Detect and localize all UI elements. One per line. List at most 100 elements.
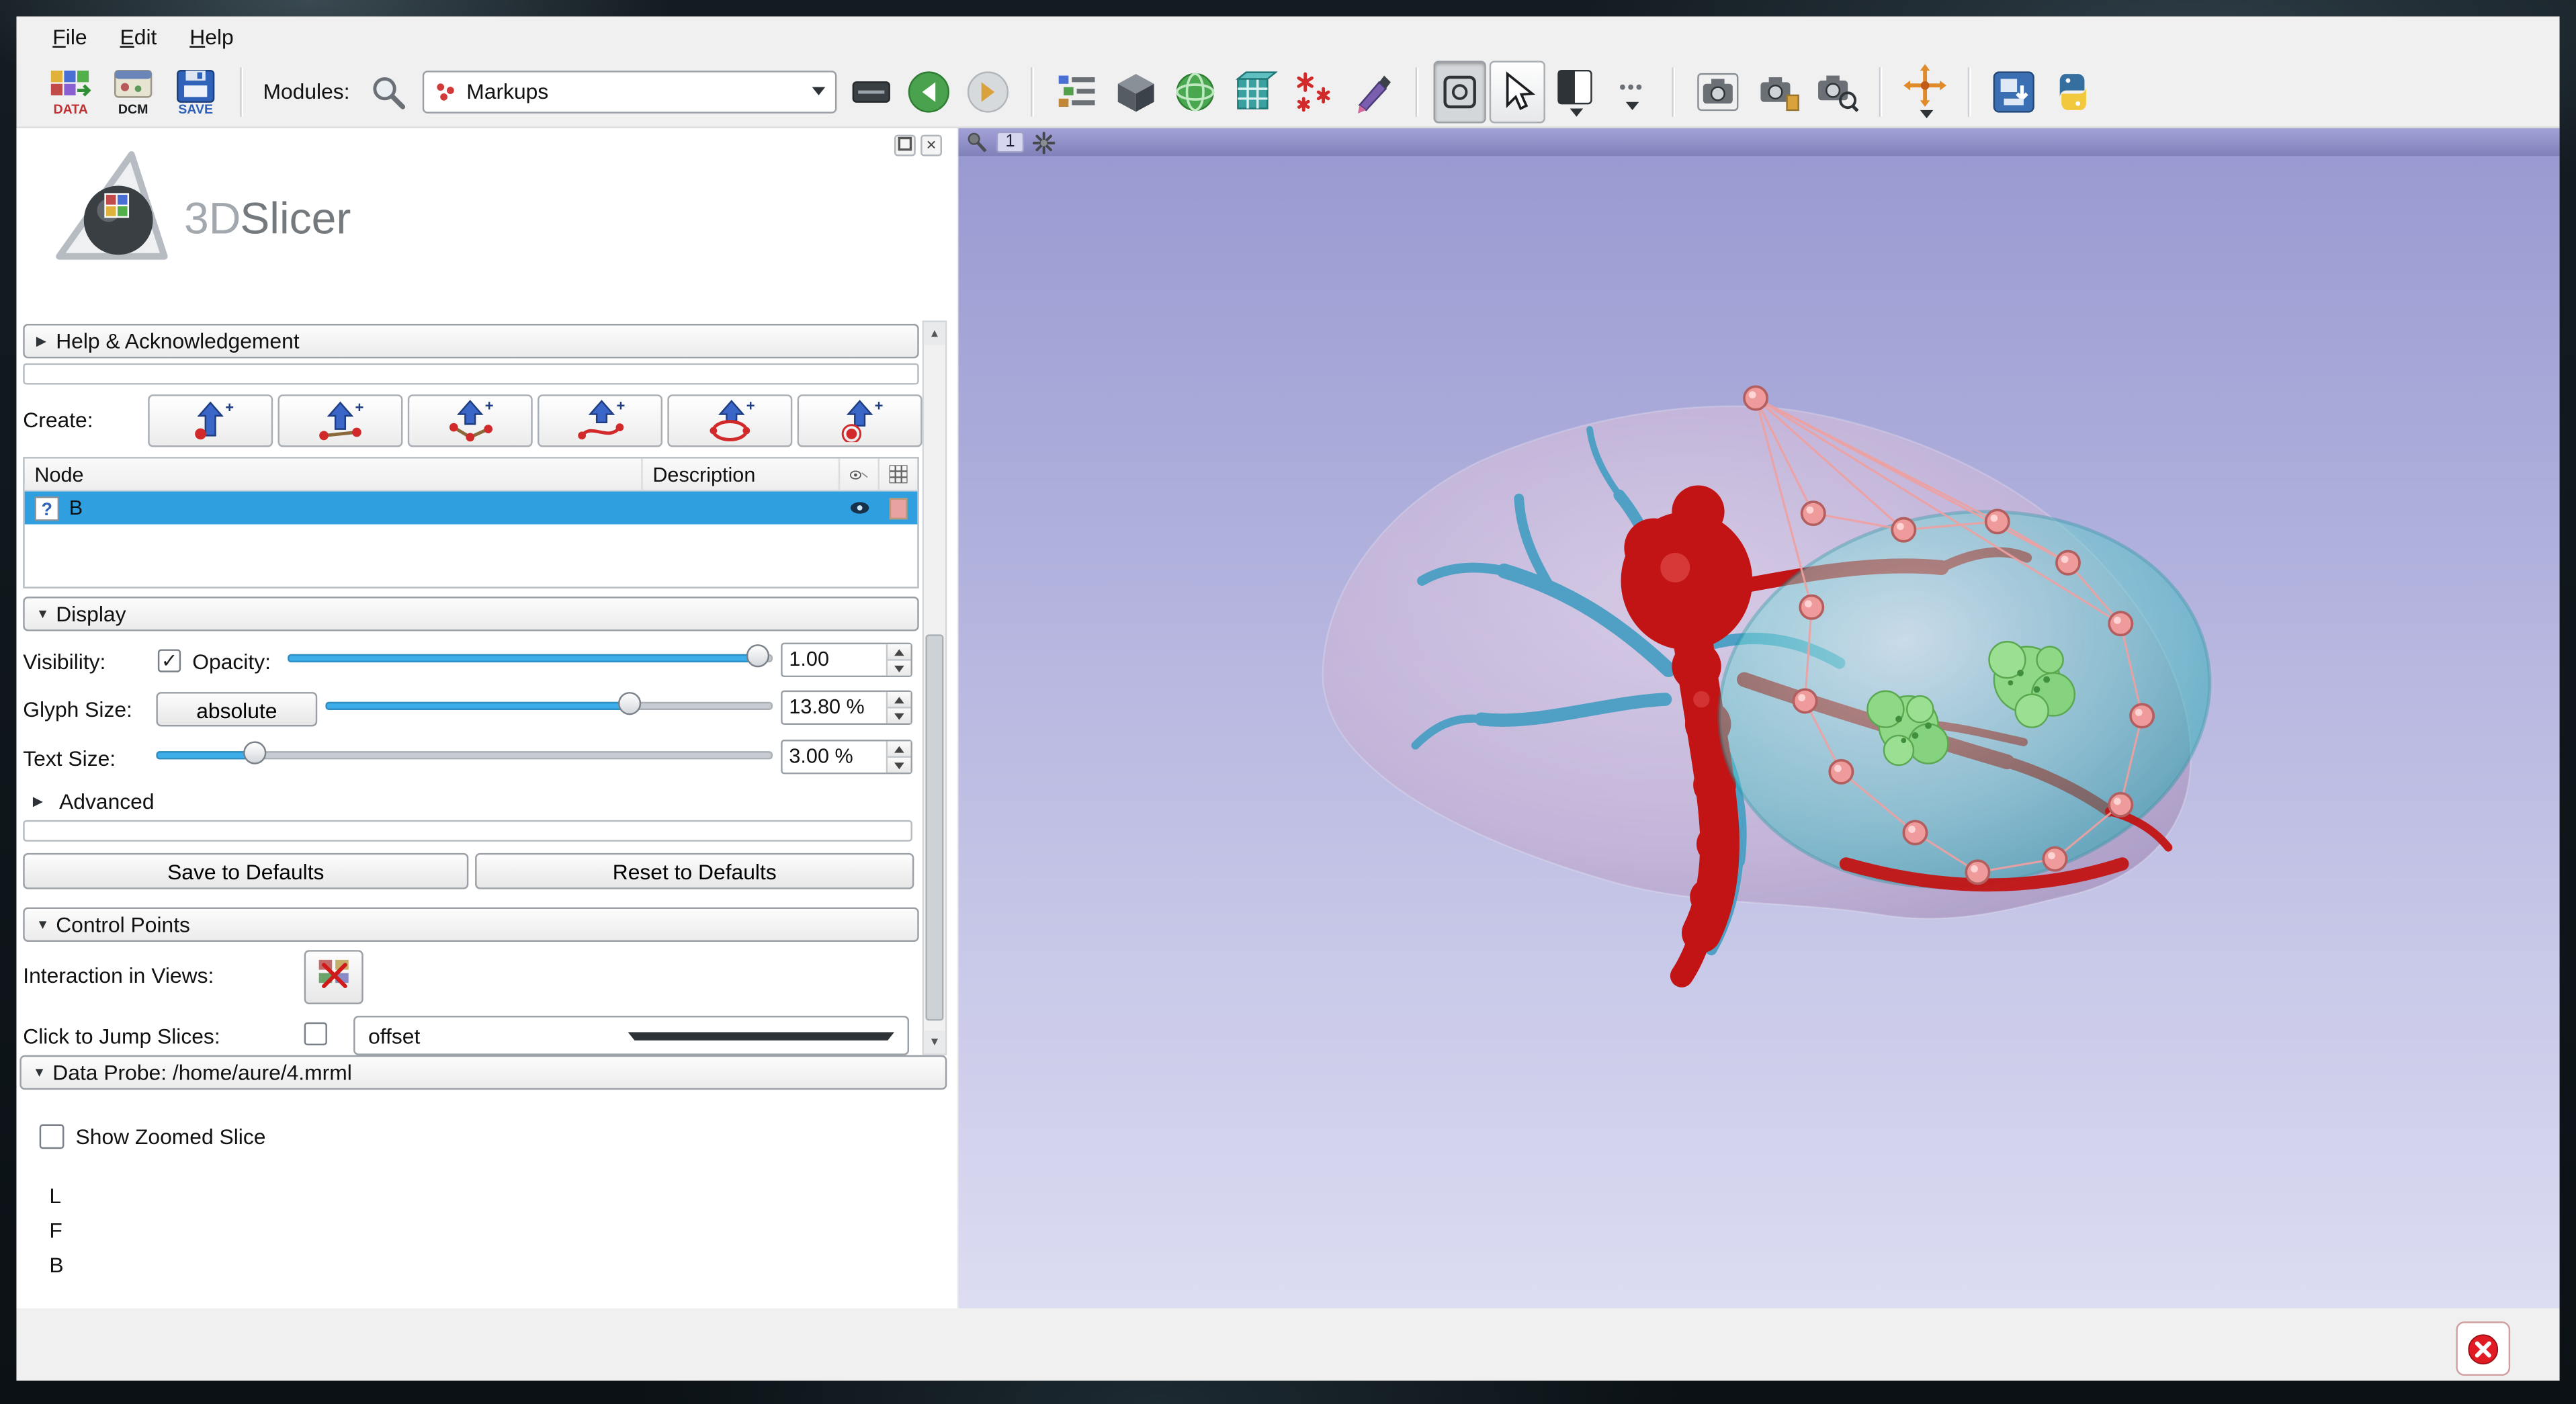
glyph-size-value: 13.80 % (783, 692, 886, 723)
module-list-button[interactable] (1048, 60, 1104, 122)
glyph-size-spinbox[interactable]: 13.80 % (781, 691, 912, 725)
history-back-button[interactable] (900, 60, 956, 122)
spin-down-button[interactable] (888, 707, 910, 723)
dcm-button[interactable]: DCM (103, 60, 163, 122)
module-selector-value: Markups (466, 79, 806, 103)
advanced-section-header[interactable]: Advanced (59, 789, 154, 814)
glyph-size-label: Glyph Size: (23, 697, 132, 721)
svg-text:3D: 3D (184, 193, 241, 243)
window-level-button[interactable] (1548, 60, 1600, 122)
column-description[interactable]: Description (643, 459, 841, 490)
data-probe-header[interactable]: ▼ Data Probe: /home/aure/4.mrml (19, 1055, 947, 1090)
spin-up-button[interactable] (888, 741, 910, 756)
load-data-button[interactable]: DATA (41, 60, 100, 122)
help-acknowledgement-header[interactable]: ▶ Help & Acknowledgement (23, 324, 918, 358)
node-color-button[interactable] (879, 492, 917, 525)
jump-slices-checkbox[interactable] (304, 1022, 327, 1045)
float-panel-button[interactable] (894, 135, 916, 157)
column-node[interactable]: Node (25, 459, 643, 490)
close-panel-button[interactable]: ✕ (920, 135, 942, 157)
control-points-section-header[interactable]: ▼ Control Points (23, 908, 918, 942)
mouse-mode-dropdown-button[interactable] (1604, 60, 1656, 122)
history-forward-button[interactable] (959, 60, 1015, 122)
spin-down-button[interactable] (888, 756, 910, 772)
create-closed-curve-button[interactable]: + (667, 394, 792, 447)
svg-text:SAVE: SAVE (178, 101, 213, 116)
transform-mode-button[interactable] (1489, 60, 1545, 122)
reset-to-defaults-button[interactable]: Reset to Defaults (475, 853, 914, 889)
node-name: B (69, 496, 83, 519)
glyph-size-slider-handle[interactable] (618, 692, 641, 715)
visibility-checkbox[interactable]: ✓ (158, 649, 181, 672)
menu-edit[interactable]: Edit (103, 19, 173, 53)
fiducial-stars-button[interactable] (1285, 60, 1341, 122)
point-list-icon: + (187, 400, 234, 443)
sceneview-capture-button[interactable] (1749, 60, 1805, 122)
save-to-defaults-button[interactable]: Save to Defaults (23, 853, 468, 889)
save-button[interactable]: SAVE (166, 60, 225, 122)
slicer-window: File Edit Help DATA DCM (16, 16, 2559, 1380)
show-zoomed-slice-checkbox[interactable] (40, 1125, 65, 1149)
opacity-spinbox[interactable]: 1.00 (781, 643, 912, 677)
pen-button[interactable] (1344, 60, 1400, 122)
visibility-column-icon[interactable] (840, 459, 879, 490)
display-section-header[interactable]: ▼ Display (23, 597, 918, 631)
search-icon (368, 71, 407, 111)
module-history-icon (849, 75, 892, 107)
opacity-slider-handle[interactable] (746, 644, 769, 667)
text-size-slider-handle[interactable] (243, 741, 266, 764)
spin-down-button[interactable] (888, 659, 910, 675)
scrollbar-thumb[interactable] (926, 634, 944, 1020)
toolbar-separator (240, 67, 243, 116)
opacity-slider[interactable] (288, 641, 773, 674)
create-point-list-button[interactable]: + (148, 394, 273, 447)
close-icon (2468, 1327, 2499, 1370)
menu-file[interactable]: File (36, 19, 103, 53)
globe-button[interactable] (1167, 60, 1223, 122)
interaction-in-views-label: Interaction in Views: (23, 963, 214, 988)
click-to-jump-slices-label: Click to Jump Slices: (23, 1024, 220, 1049)
menu-help[interactable]: Help (173, 19, 250, 53)
text-size-label: Text Size: (23, 746, 116, 771)
grid-cube-button[interactable] (1226, 60, 1282, 122)
pin-icon[interactable] (967, 132, 988, 153)
jump-mode-combo[interactable]: offset (353, 1016, 909, 1055)
spin-up-button[interactable] (888, 692, 910, 707)
create-plane-button[interactable]: + (798, 394, 922, 447)
create-angle-button[interactable]: + (408, 394, 533, 447)
python-console-button[interactable] (2045, 60, 2100, 122)
scroll-down-button[interactable]: ▼ (924, 1030, 945, 1053)
module-history-button[interactable] (845, 60, 897, 122)
scene-cube-button[interactable] (1107, 60, 1163, 122)
panel-scrollbar[interactable]: ▲ ▼ (922, 320, 947, 1055)
node-description-cell (643, 492, 841, 525)
threed-viewport[interactable] (958, 156, 2559, 1308)
markups-node-table: Node Description ? B (23, 457, 918, 588)
glyph-size-mode-combo[interactable]: absolute (156, 692, 317, 726)
opacity-value: 1.00 (783, 644, 886, 675)
interaction-in-views-button[interactable] (304, 950, 363, 1004)
spin-up-button[interactable] (888, 644, 910, 659)
expanded-arrow-icon: ▼ (36, 607, 56, 621)
place-mode-button[interactable] (1433, 60, 1486, 122)
slicer-logo: 3D Slicer (33, 138, 361, 286)
svg-text:?: ? (42, 498, 52, 519)
close-popup-button[interactable] (2456, 1321, 2510, 1376)
create-open-curve-button[interactable]: + (538, 394, 662, 447)
sceneview-restore-button[interactable] (1808, 60, 1864, 122)
glyph-size-slider[interactable] (325, 689, 773, 721)
crosshair-button[interactable] (1897, 60, 1952, 122)
text-size-spinbox[interactable]: 3.00 % (781, 740, 912, 774)
node-row-b[interactable]: ? B (25, 492, 918, 525)
node-visibility-toggle[interactable] (840, 492, 879, 525)
screenshot-button[interactable] (1690, 60, 1746, 122)
module-selector-combo[interactable]: Markups (422, 70, 836, 113)
create-line-button[interactable]: + (277, 394, 402, 447)
extensions-manager-button[interactable] (1985, 60, 2041, 122)
color-column-icon[interactable] (879, 459, 917, 490)
view-controls-icon[interactable] (1033, 131, 1056, 154)
float-icon (898, 136, 912, 151)
module-search-button[interactable] (361, 60, 414, 122)
text-size-slider[interactable] (156, 738, 773, 771)
scroll-up-button[interactable]: ▲ (924, 322, 945, 345)
